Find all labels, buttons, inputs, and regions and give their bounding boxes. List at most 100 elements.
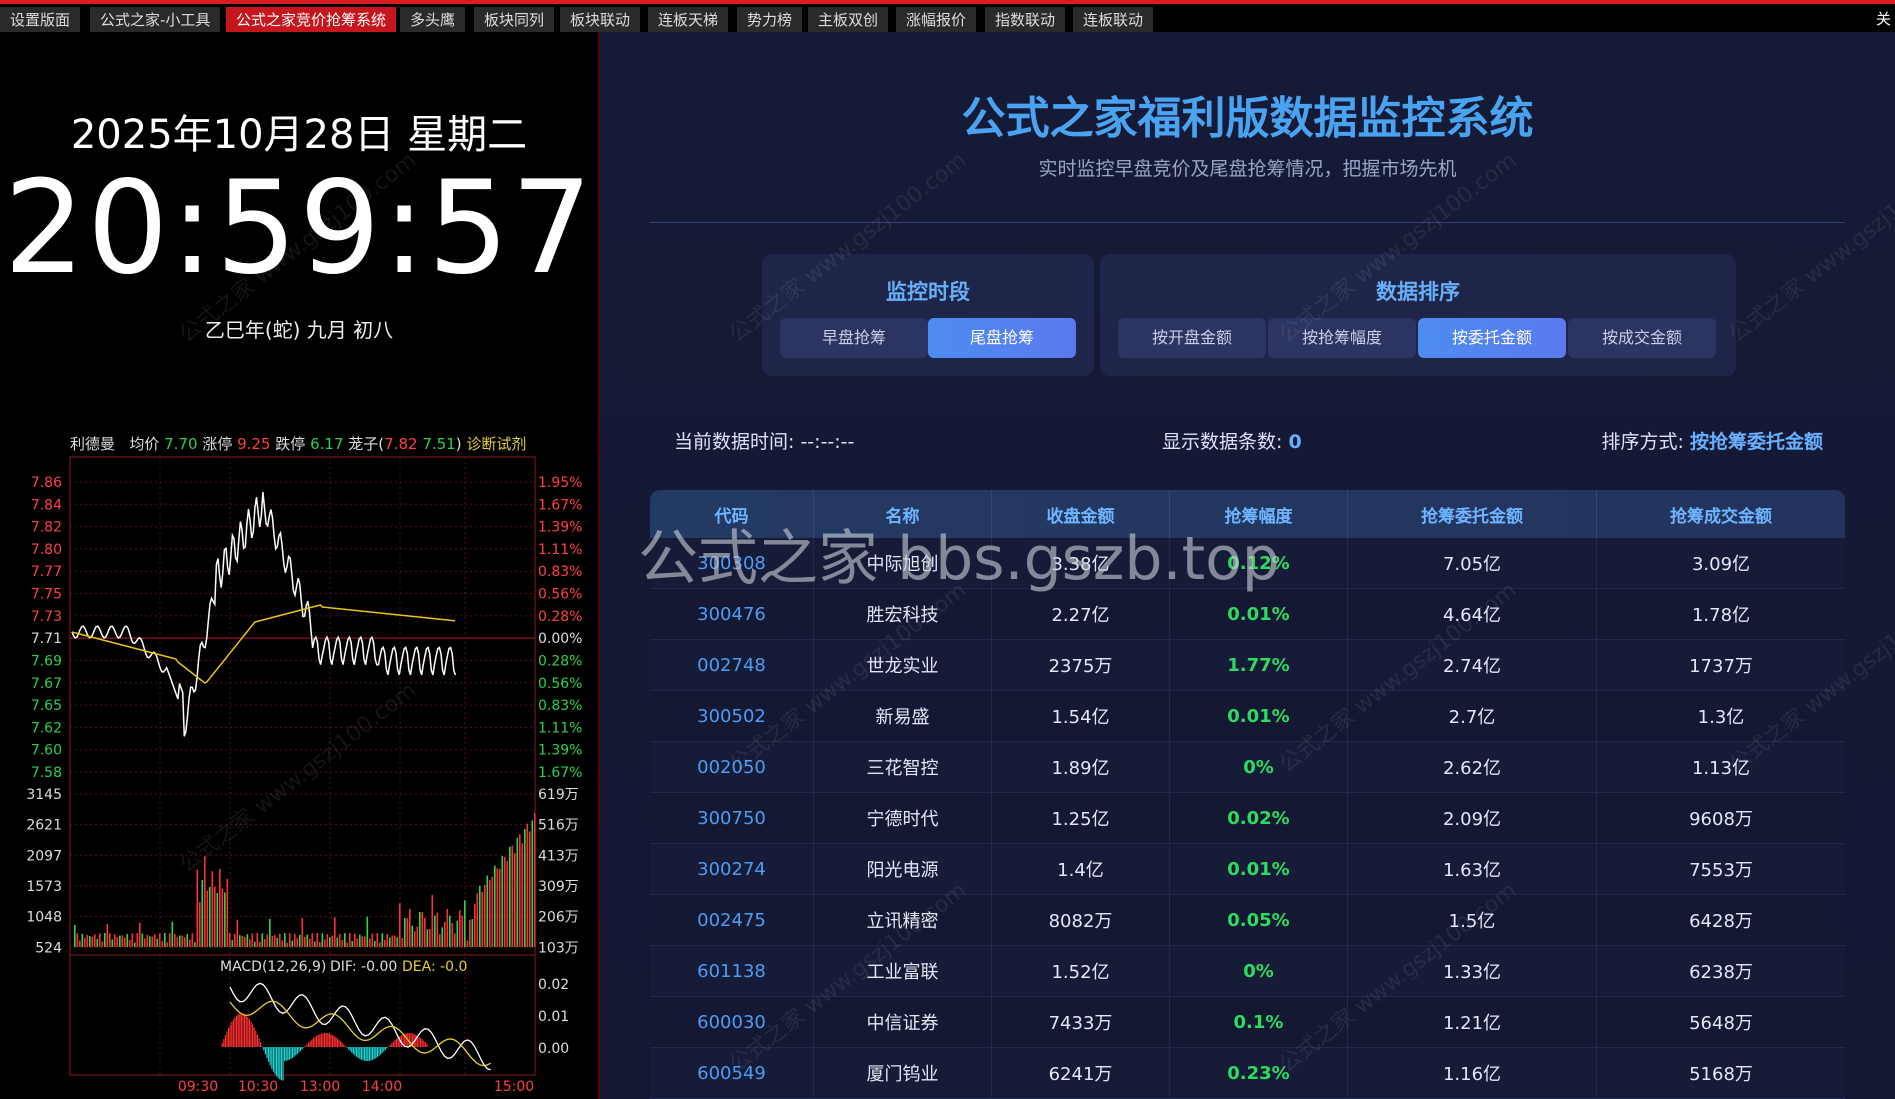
macd-bar [223, 1039, 225, 1047]
volume-bar [406, 918, 409, 947]
macd-bar [224, 1035, 226, 1047]
macd-bar [244, 1014, 246, 1047]
macd-bar [261, 1046, 263, 1047]
price-tick-label: 7.67 [31, 676, 62, 692]
table-row[interactable]: 600549 厦门钨业 6241万 0.23% 1.16亿 5168万 [650, 1048, 1845, 1099]
tab-2[interactable]: 公式之家竞价抢筹系统 [226, 7, 398, 33]
pct-tick-label: 1.95% [538, 475, 582, 491]
cell-close-amount: 1.89亿 [992, 742, 1170, 792]
volume-bar [209, 887, 211, 947]
volume-bar [506, 860, 509, 947]
macd-bar [375, 1047, 377, 1059]
volume-bar [146, 934, 149, 947]
volume-bar [349, 933, 351, 947]
volume-bar [374, 940, 376, 947]
sort-btn-order-amount[interactable]: 按委托金额 [1418, 318, 1566, 358]
volume-bar [124, 937, 126, 947]
volume-bar [381, 933, 384, 947]
volume-bar [276, 937, 279, 947]
price-tick-label: 7.86 [31, 475, 62, 491]
col-order-amount[interactable]: 抢筹委托金额 [1348, 490, 1597, 538]
volume-bar [501, 856, 504, 947]
volume-bar [286, 942, 289, 947]
volume-bar [184, 937, 186, 947]
macd-bar [306, 1044, 308, 1047]
tab-1[interactable]: 公式之家-小工具 [90, 7, 222, 33]
macd-tick-label: 0.00 [538, 1041, 569, 1057]
tab-8[interactable]: 主板双创 [808, 7, 890, 33]
volume-bar [176, 937, 179, 947]
title-divider [650, 222, 1845, 223]
volume-bar [431, 894, 434, 947]
tab-6[interactable]: 连板天梯 [648, 7, 730, 33]
sort-control: 数据排序 按开盘金额 按抢筹幅度 按委托金额 按成交金额 [1100, 254, 1736, 376]
macd-tick-label: 0.01 [538, 1009, 569, 1025]
macd-bar [264, 1047, 266, 1055]
volume-bar [144, 938, 146, 947]
sort-btn-open-amount[interactable]: 按开盘金额 [1118, 318, 1266, 358]
cell-code: 300274 [650, 844, 814, 894]
macd-bar [357, 1047, 359, 1058]
macd-bar [303, 1047, 305, 1048]
table-row[interactable]: 002050 三花智控 1.89亿 0% 2.62亿 1.13亿 [650, 742, 1845, 793]
dif-label: DIF: -0.00 [330, 959, 397, 975]
sort-btn-deal-amount[interactable]: 按成交金额 [1568, 318, 1716, 358]
volume-bar [264, 939, 266, 947]
info-time-value: --:--:-- [800, 431, 855, 453]
cell-name: 阳光电源 [814, 844, 992, 894]
volume-bar [166, 942, 169, 947]
macd-bar [349, 1047, 351, 1052]
tab-10[interactable]: 指数联动 [985, 7, 1067, 33]
table-row[interactable]: 002475 立讯精密 8082万 0.05% 1.5亿 6428万 [650, 895, 1845, 946]
macd-bar [343, 1044, 345, 1047]
tab-4[interactable]: 板块同列 [474, 7, 556, 33]
macd-bar [322, 1033, 324, 1047]
volume-bar [111, 939, 114, 947]
macd-bar [304, 1045, 306, 1047]
macd-bar [327, 1033, 329, 1047]
volume-bar [74, 925, 76, 947]
volume-bar [179, 935, 181, 947]
col-deal-amount[interactable]: 抢筹成交金额 [1597, 490, 1845, 538]
table-row[interactable]: 300274 阳光电源 1.4亿 0.01% 1.63亿 7553万 [650, 844, 1845, 895]
volume-bar [76, 933, 79, 947]
tab-0[interactable]: 设置版面 [0, 7, 82, 33]
volume-bar [389, 937, 391, 947]
volume-bar [224, 892, 226, 947]
period-btn-closing[interactable]: 尾盘抢筹 [928, 318, 1076, 358]
volume-tick-label: 2621 [26, 818, 62, 834]
time-tick-label: 09:30 [178, 1079, 218, 1095]
time-tick-label: 10:30 [238, 1079, 278, 1095]
macd-bar [312, 1038, 314, 1047]
tab-3[interactable]: 多头鹰 [400, 7, 467, 33]
period-btn-morning[interactable]: 早盘抢筹 [780, 318, 928, 358]
volume-bar [364, 936, 366, 947]
volume-bar [494, 865, 496, 947]
macd-bar [333, 1035, 335, 1047]
macd-bar [311, 1039, 313, 1047]
volume-bar [281, 940, 284, 947]
tab-9[interactable]: 涨幅报价 [896, 7, 978, 33]
macd-bar [269, 1047, 271, 1066]
volume-bar [479, 885, 481, 947]
tab-7[interactable]: 势力榜 [737, 7, 804, 33]
clock-date: 2025年10月28日 星期二 [70, 112, 528, 158]
volume-bar [191, 933, 194, 947]
table-row[interactable]: 300750 宁德时代 1.25亿 0.02% 2.09亿 9608万 [650, 793, 1845, 844]
sort-title: 数据排序 [1376, 280, 1460, 304]
volume-bar [356, 938, 359, 947]
volume-bar [469, 919, 471, 947]
volume-bar [396, 937, 399, 947]
macd-bar [258, 1038, 260, 1047]
volume-bar [371, 933, 374, 947]
volume-bar [319, 942, 321, 947]
close-label[interactable]: 关 [1876, 8, 1891, 29]
volume-bar [514, 853, 516, 947]
tab-11[interactable]: 连板联动 [1073, 7, 1155, 33]
volume-bar [499, 868, 501, 947]
tab-5[interactable]: 板块联动 [560, 7, 642, 33]
info-count: 显示数据条数: 0 [1162, 427, 1302, 454]
volume-bar [341, 939, 344, 947]
cell-order-amount: 7.05亿 [1348, 538, 1597, 588]
macd-bar [232, 1019, 234, 1047]
